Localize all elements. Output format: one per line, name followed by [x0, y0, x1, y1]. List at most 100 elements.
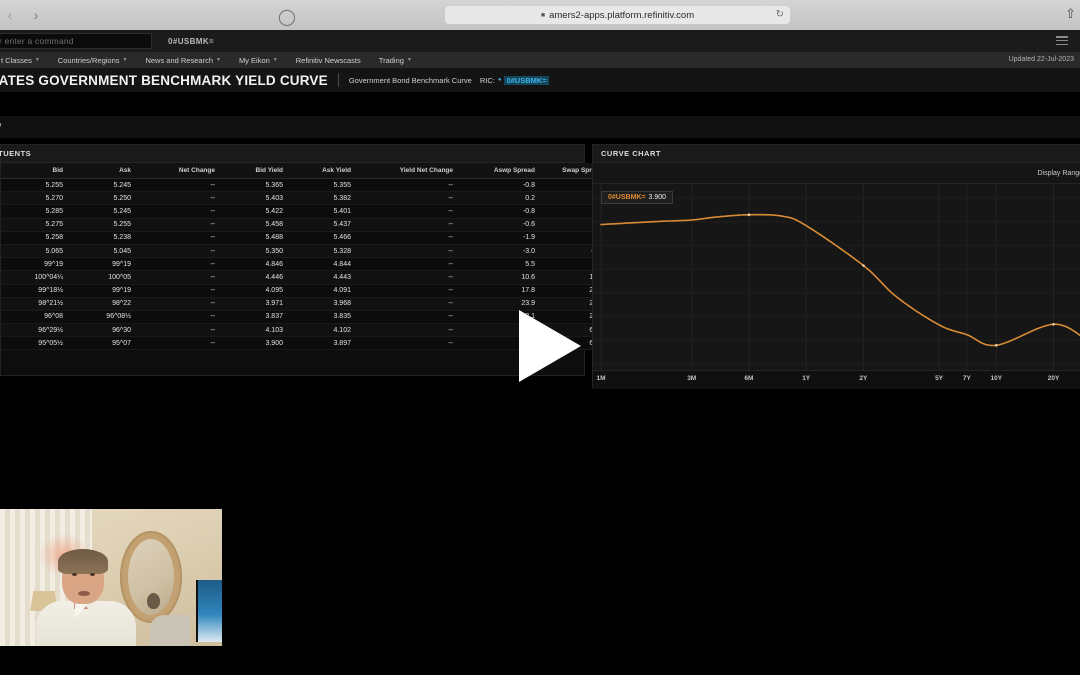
table-cell: 5.488 [221, 231, 289, 245]
table-row[interactable]: 99^1999^19--4.8464.844--5.57.05.6 [1, 257, 673, 272]
page-title: STATES GOVERNMENT BENCHMARK YIELD CURVE [0, 72, 328, 88]
table-cell: 100^04¼ [1, 270, 69, 285]
ric-value-link[interactable]: 0#USBMK= [504, 75, 549, 85]
table-row[interactable]: 5.2705.250--5.4035.382--0.29.20.1 [1, 191, 673, 206]
table-cell: -- [137, 270, 221, 285]
table-cell: 5.250 [69, 191, 137, 206]
title-divider [337, 73, 339, 87]
menu-item-refinitiv-newscasts[interactable]: Refinitiv Newscasts [287, 56, 370, 65]
page-header: STATES GOVERNMENT BENCHMARK YIELD CURVE … [0, 68, 1080, 92]
command-active-chip[interactable]: 0#USBMK= [160, 33, 222, 49]
table-cell: 4.844 [289, 257, 357, 272]
table-cell: 99^18½ [1, 284, 69, 298]
table-cell: 96^08½ [69, 310, 137, 325]
table-cell: -- [357, 297, 459, 311]
forward-icon[interactable]: › [30, 7, 42, 23]
table-row[interactable]: 99^18½99^19--4.0954.091--17.820.918.2 [1, 284, 673, 298]
table-cell: 98^22 [69, 297, 137, 311]
chart-data-point [862, 264, 865, 267]
x-axis-tick-label: 1M [596, 375, 606, 382]
column-header[interactable]: Yield Net Change [357, 163, 459, 179]
table-cell: 3.835 [289, 310, 357, 325]
display-range-button[interactable]: Display Range [1037, 170, 1080, 177]
table-cell: 5.045 [69, 244, 137, 259]
webcam-letterbox-top [0, 505, 222, 509]
chart-plot-area[interactable]: 0#USBMK= 3.900 [593, 184, 1080, 370]
curve-chart-panel-header: CURVE CHART [593, 145, 1080, 163]
table-cell: -- [137, 231, 221, 245]
series-badge[interactable]: 0#USBMK= 3.900 [601, 191, 674, 204]
x-axis-tick-label: 3M [687, 375, 697, 382]
column-header[interactable]: Net Change [137, 163, 221, 179]
url-bar[interactable]: ■ amers2-apps.platform.refinitiv.com ↻ [445, 6, 790, 24]
table-cell: 5.270 [1, 191, 69, 206]
table-row[interactable]: 5.0655.045--5.3505.328---3.0-0.1-3.3 [1, 244, 673, 259]
chart-x-axis: 1M 3M 6M 1Y 2Y 5Y 7Y 10Y 20Y [593, 370, 1080, 389]
table-cell: 96^30 [69, 323, 137, 338]
hamburger-menu-icon[interactable] [1056, 36, 1068, 45]
column-header[interactable]: Bid [1, 163, 69, 179]
menu-item-news-and-research[interactable]: News and Research ▼ [136, 56, 230, 65]
table-cell: 5.382 [289, 191, 357, 206]
chart-toolbar: Display Range [593, 163, 1080, 184]
command-input[interactable]: r enter a command [0, 33, 152, 49]
table-cell: -- [357, 218, 459, 232]
table-cell: -0.8 [459, 178, 541, 193]
table-cell: 4.091 [289, 284, 357, 298]
table-row[interactable]: 100^04¼100^05--4.4464.443--10.613.410.8 [1, 270, 673, 285]
table-header-row: Bid Ask Net Change Bid Yield Ask Yield Yield … [1, 163, 673, 179]
menu-item-my-eikon[interactable]: My Eikon ▼ [230, 56, 287, 65]
tab-shield-icon[interactable]: ◯ [278, 7, 296, 26]
table-row[interactable]: 5.2585.238--5.4885.466---1.97.9-1.9 [1, 231, 673, 245]
play-button-overlay[interactable] [519, 310, 581, 382]
webcam-person-mouth [78, 591, 90, 596]
table-cell: 99^19 [69, 284, 137, 298]
table-cell: 3.968 [289, 297, 357, 311]
table-cell: 3.897 [289, 336, 357, 351]
table-cell: 10.6 [459, 270, 541, 285]
table-cell: 5.466 [289, 231, 357, 245]
table-cell: 5.355 [289, 178, 357, 193]
table-cell: -- [357, 244, 459, 259]
table-cell: 4.102 [289, 323, 357, 338]
menu-item-label: Countries/Regions [57, 55, 120, 65]
table-cell: 5.245 [69, 178, 137, 193]
table-cell: -- [357, 270, 459, 285]
table-cell: 5.245 [69, 204, 137, 219]
table-cell: 5.255 [1, 178, 69, 193]
table-row[interactable]: 5.2755.255--5.4585.437---0.68.6-0.7 [1, 218, 673, 232]
ric-link-icon: ● [497, 77, 502, 83]
table-row[interactable]: 98^21½98^22--3.9713.968--23.928.724.4 [1, 297, 673, 311]
table-cell: -- [137, 178, 221, 193]
column-header[interactable]: Ask [69, 163, 137, 179]
table-cell: -- [137, 310, 221, 325]
menu-item-countries-regions[interactable]: Countries/Regions ▼ [49, 56, 137, 65]
chevron-down-icon: ▼ [272, 57, 278, 63]
chart-data-point [1052, 322, 1055, 326]
chart-data-point [994, 343, 998, 347]
overview-section-strip: EW [0, 116, 1080, 138]
table-cell: 5.403 [221, 191, 289, 206]
reload-icon[interactable]: ↻ [776, 9, 784, 20]
table-cell: -- [357, 310, 459, 325]
share-icon[interactable]: ⇧ [1065, 6, 1076, 22]
menu-item-trading[interactable]: Trading ▼ [370, 56, 421, 65]
column-header[interactable]: Aswp Spread [459, 163, 541, 179]
constituents-panel-title: STITUENTS [0, 149, 32, 158]
table-row[interactable]: 5.2555.245--5.3655.355---0.87.5-0.7 [1, 178, 673, 193]
menu-item-asset-classes[interactable]: t Classes ▼ [0, 56, 49, 65]
back-icon[interactable]: ‹ [4, 7, 16, 23]
table-cell: -- [137, 297, 221, 311]
yield-curve-svg [593, 184, 1080, 370]
table-cell: -- [137, 336, 221, 351]
table-cell: -- [137, 284, 221, 298]
table-cell: 95^07 [69, 336, 137, 351]
table-row[interactable]: 5.2855.245--5.4225.401---0.88.6-0.8 [1, 204, 673, 219]
x-axis-tick-label: 1Y [802, 375, 811, 382]
column-header[interactable]: Bid Yield [221, 163, 289, 179]
webcam-pip[interactable] [0, 505, 222, 655]
table-cell: 5.365 [221, 178, 289, 193]
updated-timestamp: Updated 22-Jul-2023 [1008, 56, 1074, 63]
column-header[interactable]: Ask Yield [289, 163, 357, 179]
x-axis-tick-label: 20Y [1047, 375, 1060, 382]
